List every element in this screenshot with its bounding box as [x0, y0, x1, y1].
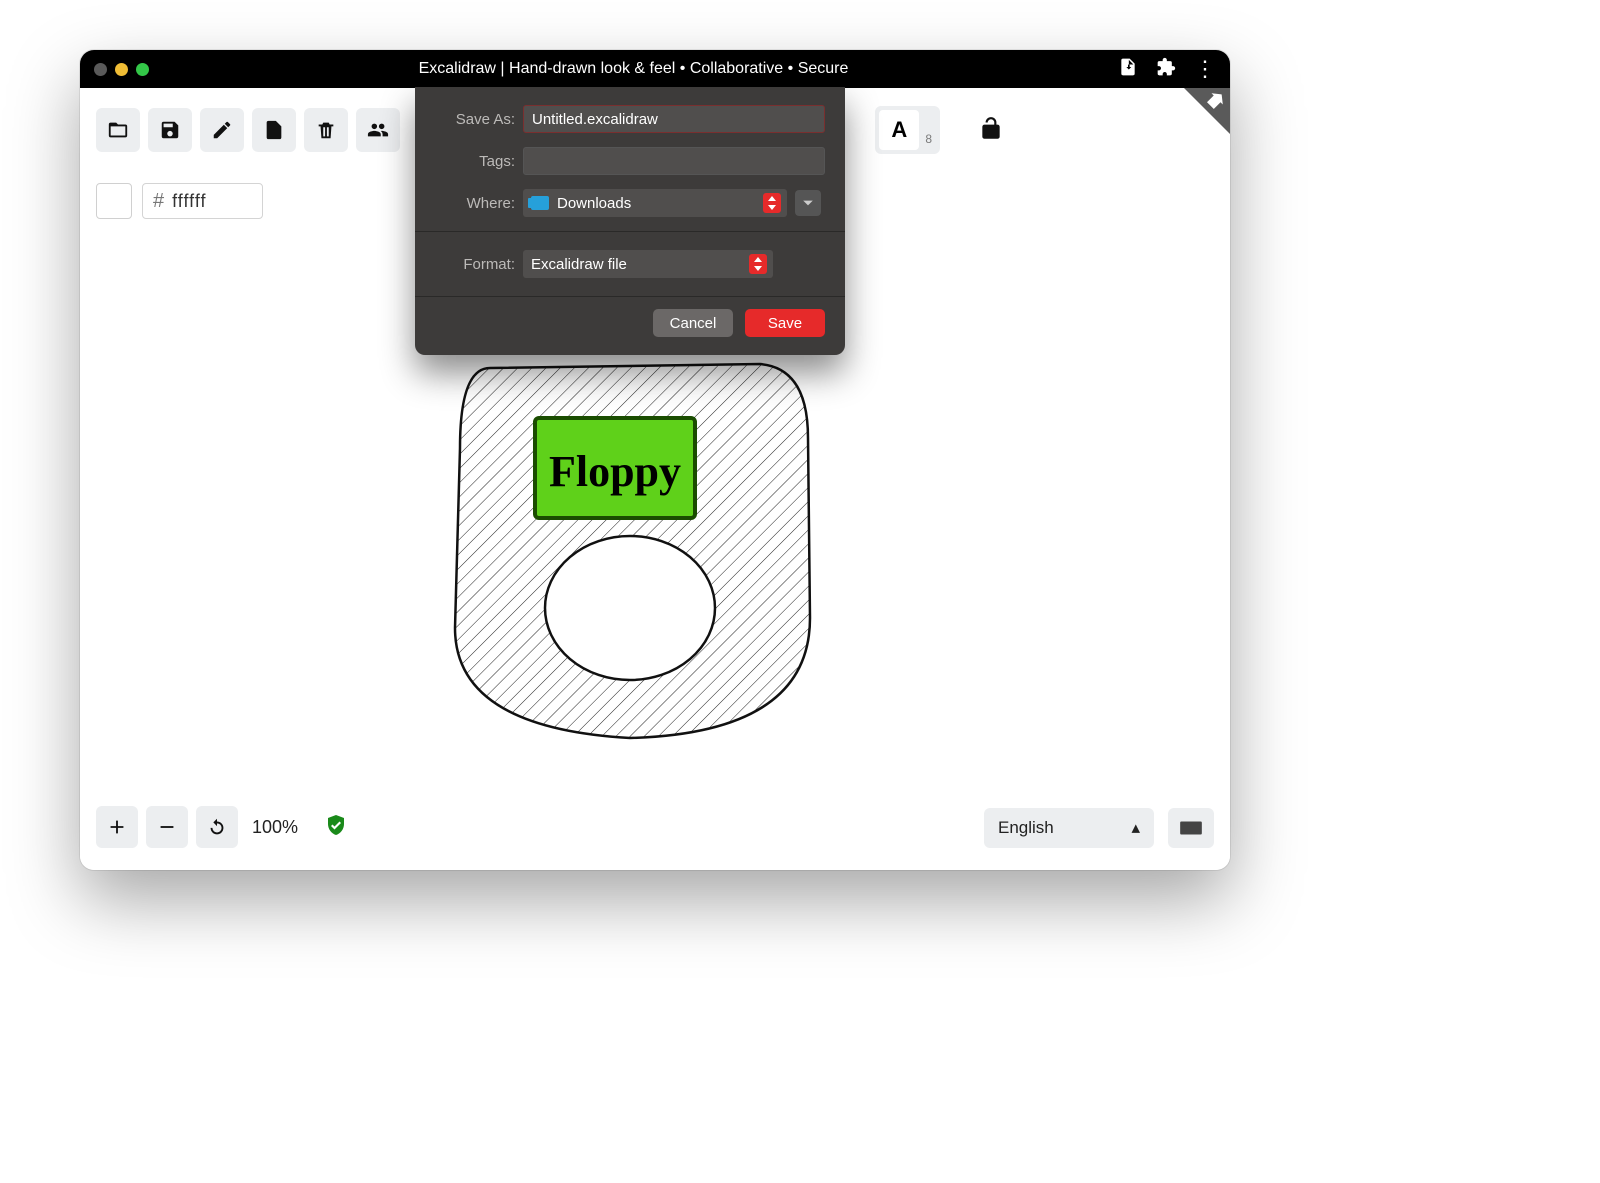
format-value: Excalidraw file	[531, 256, 627, 273]
zoom-out-button[interactable]	[146, 806, 188, 848]
where-value: Downloads	[557, 195, 631, 212]
floppy-drawing: Floppy	[430, 328, 830, 753]
expand-dialog-button[interactable]	[795, 190, 821, 216]
updown-icon	[749, 254, 767, 274]
browser-menu-icon[interactable]: ⋮	[1194, 58, 1216, 80]
language-value: English	[998, 818, 1054, 838]
download-file-icon[interactable]	[1118, 57, 1138, 82]
language-select[interactable]: English ▴	[984, 808, 1154, 848]
shield-icon[interactable]	[324, 813, 348, 842]
close-window-dot[interactable]	[94, 63, 107, 76]
tags-label: Tags:	[435, 153, 515, 170]
save-dialog: Save As: Tags: Where: Downloads	[415, 87, 845, 355]
save-button[interactable]: Save	[745, 309, 825, 337]
zoom-controls: 100%	[96, 806, 348, 848]
tags-input[interactable]	[523, 147, 825, 175]
minimize-window-dot[interactable]	[115, 63, 128, 76]
format-label: Format:	[435, 256, 515, 273]
app-window: Excalidraw | Hand-drawn look & feel • Co…	[80, 50, 1230, 870]
label-text: Floppy	[549, 447, 681, 496]
window-controls	[94, 63, 149, 76]
zoom-in-button[interactable]	[96, 806, 138, 848]
where-select[interactable]: Downloads	[523, 189, 787, 217]
filename-input[interactable]	[523, 105, 825, 133]
folder-icon	[531, 196, 549, 210]
zoom-reset-button[interactable]	[196, 806, 238, 848]
titlebar: Excalidraw | Hand-drawn look & feel • Co…	[80, 50, 1230, 88]
updown-icon	[763, 193, 781, 213]
zoom-readout: 100%	[252, 817, 298, 838]
zoom-window-dot[interactable]	[136, 63, 149, 76]
where-label: Where:	[435, 195, 515, 212]
window-title: Excalidraw | Hand-drawn look & feel • Co…	[149, 60, 1118, 78]
content-area: A 8 # ffffff	[80, 88, 1230, 870]
extensions-icon[interactable]	[1156, 57, 1176, 82]
cancel-button[interactable]: Cancel	[653, 309, 733, 337]
chevron-up-icon: ▴	[1131, 818, 1140, 838]
saveas-label: Save As:	[435, 111, 515, 128]
keyboard-shortcuts-button[interactable]	[1168, 808, 1214, 848]
format-select[interactable]: Excalidraw file	[523, 250, 773, 278]
